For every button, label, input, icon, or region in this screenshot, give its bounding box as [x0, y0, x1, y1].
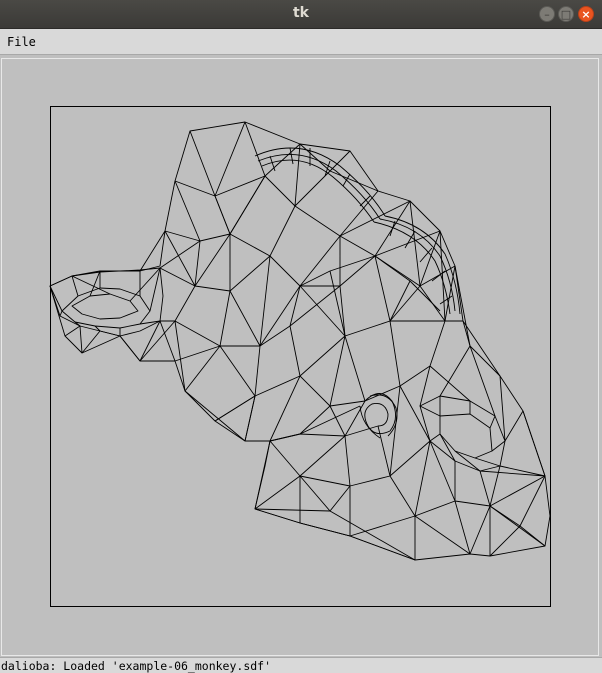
minimize-button[interactable]: – [539, 6, 555, 22]
maximize-icon: □ [560, 8, 572, 21]
menu-bar: File [0, 29, 602, 55]
status-text: dalioba: Loaded 'example-06_monkey.sdf' [1, 659, 272, 673]
status-bar: dalioba: Loaded 'example-06_monkey.sdf' [0, 657, 602, 673]
close-button[interactable]: × [578, 6, 594, 22]
canvas-area[interactable] [0, 56, 602, 657]
wireframe-canvas[interactable] [0, 56, 602, 657]
menu-file[interactable]: File [7, 35, 36, 49]
close-icon: × [581, 8, 591, 21]
minimize-icon: – [544, 8, 550, 21]
monkey-wireframe [49, 121, 551, 561]
title-bar[interactable]: tk – □ × [0, 0, 602, 29]
viewport-border [50, 106, 551, 607]
maximize-button[interactable]: □ [558, 6, 574, 22]
window-title: tk [292, 5, 309, 21]
